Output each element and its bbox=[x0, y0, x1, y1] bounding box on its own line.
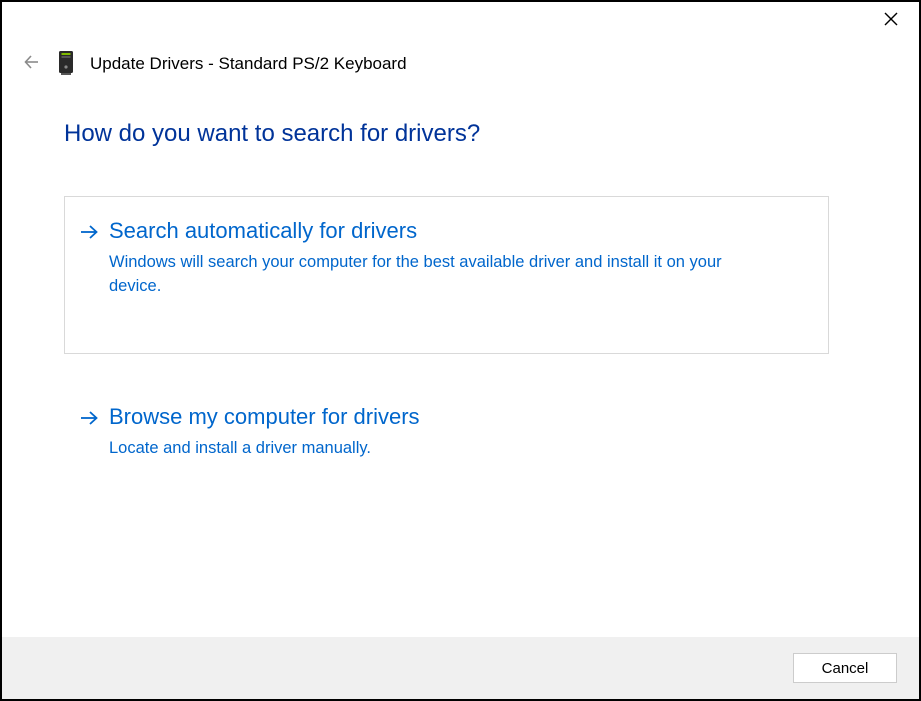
option-description: Locate and install a driver manually. bbox=[109, 436, 749, 461]
wizard-content: How do you want to search for drivers? S… bbox=[64, 120, 829, 513]
close-icon bbox=[884, 10, 898, 31]
option-body: Search automatically for drivers Windows… bbox=[109, 217, 814, 299]
option-title: Browse my computer for drivers bbox=[109, 403, 814, 432]
cancel-button[interactable]: Cancel bbox=[793, 653, 897, 683]
back-button[interactable] bbox=[20, 52, 44, 76]
wizard-footer: Cancel bbox=[2, 637, 919, 699]
option-arrow-icon bbox=[79, 217, 99, 299]
main-heading: How do you want to search for drivers? bbox=[64, 120, 829, 148]
option-body: Browse my computer for drivers Locate an… bbox=[109, 403, 814, 460]
option-description: Windows will search your computer for th… bbox=[109, 250, 749, 300]
close-button[interactable] bbox=[871, 6, 911, 34]
wizard-header: Update Drivers - Standard PS/2 Keyboard bbox=[20, 50, 901, 78]
wizard-title: Update Drivers - Standard PS/2 Keyboard bbox=[90, 54, 407, 74]
option-title: Search automatically for drivers bbox=[109, 217, 814, 246]
option-browse-manually[interactable]: Browse my computer for drivers Locate an… bbox=[64, 382, 829, 485]
option-search-automatically[interactable]: Search automatically for drivers Windows… bbox=[64, 196, 829, 354]
window-titlebar bbox=[871, 2, 919, 38]
device-tower-icon bbox=[58, 50, 76, 78]
back-arrow-icon bbox=[22, 52, 42, 77]
option-arrow-icon bbox=[79, 403, 99, 460]
